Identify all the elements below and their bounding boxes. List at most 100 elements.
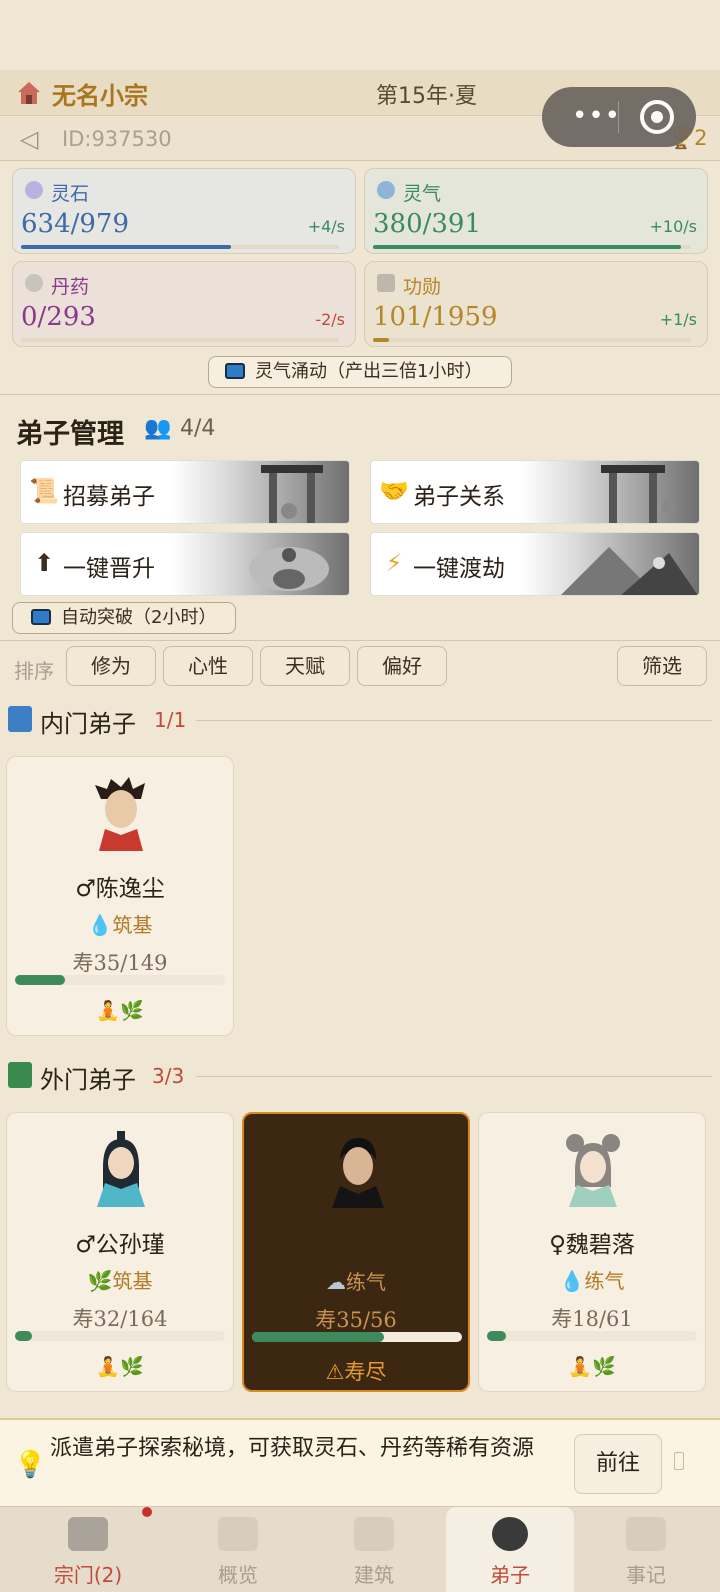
filter-button[interactable]: 筛选 — [617, 646, 707, 686]
disciple-relations-button[interactable]: 🤝 弟子关系 — [370, 460, 700, 524]
divider — [0, 640, 720, 641]
resource-card-gongxun[interactable]: 功勋 101/1959 +1/s — [364, 261, 708, 347]
lifespan-exhausted-warning: ⚠寿尽 — [325, 1360, 387, 1384]
outer-disciples-count: 3/3 — [152, 1064, 185, 1088]
disciple-card[interactable]: ♂陈逸尘 💧筑基 寿35/149 🧘🌿 — [6, 756, 234, 1036]
section-divider — [196, 720, 712, 721]
resource-progress-fill — [21, 245, 231, 249]
tv-ad-icon — [225, 363, 245, 379]
tab-records[interactable]: 事记 — [582, 1507, 710, 1592]
bottom-tab-bar: 宗门(2) 概览 建筑 弟子 事记 — [0, 1506, 720, 1592]
sort-preference-button[interactable]: 偏好 — [357, 646, 447, 686]
resource-card-lingqi[interactable]: 灵气 380/391 +10/s — [364, 168, 708, 254]
close-target-icon[interactable] — [640, 100, 674, 134]
meditating-ink-painting — [249, 547, 329, 591]
lifespan-progress-fill — [15, 975, 66, 985]
dismiss-icon[interactable] — [674, 1452, 684, 1470]
disciple-lifespan: 寿35/149 — [72, 951, 168, 975]
lightning-icon: ⚡ — [385, 549, 403, 577]
season-label: 第15年·夏 — [376, 84, 477, 109]
lifespan-progress-fill — [487, 1331, 506, 1341]
capsule-divider — [618, 101, 619, 133]
action-label: 一键晋升 — [63, 556, 155, 582]
resource-value: 101/1959 — [373, 302, 498, 332]
gate-ink-painting — [261, 465, 323, 523]
back-triangle-icon[interactable]: ◁ — [20, 125, 38, 153]
lifespan-progress — [252, 1332, 462, 1342]
tab-label: 建筑 — [354, 1563, 394, 1587]
disciple-card[interactable]: ♀魏碧落 💧练气 寿18/61 🧘🌿 — [478, 1112, 706, 1392]
lifespan-progress — [15, 975, 225, 985]
one-click-promote-button[interactable]: ⬆ 一键晋升 — [20, 532, 350, 596]
tools-icon — [354, 1517, 394, 1551]
water-drop-icon: 💧 — [559, 1269, 585, 1293]
resource-label: 丹药 — [51, 276, 90, 298]
swirl-icon — [377, 181, 395, 199]
tab-overview[interactable]: 概览 — [174, 1507, 302, 1592]
action-label: 招募弟子 — [63, 484, 155, 510]
people-icon: 👥 — [144, 416, 172, 441]
resource-progress — [21, 338, 339, 342]
lifespan-progress-fill — [15, 1331, 32, 1341]
green-book-icon — [8, 1062, 32, 1088]
tip-text: 派遣弟子探索秘境，可获取灵石、丹药等稀有资源 — [50, 1436, 535, 1461]
more-dots-icon[interactable]: ••• — [572, 101, 621, 131]
realm-label: 练气 — [584, 1269, 625, 1293]
recruit-disciple-button[interactable]: 📜 招募弟子 — [20, 460, 350, 524]
resource-card-lingshi[interactable]: 灵石 634/979 +4/s — [12, 168, 356, 254]
tab-label: 宗门(2) — [53, 1563, 123, 1587]
pill-icon — [25, 274, 43, 292]
auto-breakthrough-button[interactable]: 自动突破（2小时） — [12, 602, 236, 634]
tab-sect[interactable]: 宗门(2) — [24, 1507, 152, 1592]
mountain-ink-painting — [561, 547, 698, 595]
disciple-realm: 🌿筑基 — [7, 1265, 233, 1294]
one-click-tribulation-button[interactable]: ⚡ 一键渡劫 — [370, 532, 700, 596]
explore-tip-banner: 💡 派遣弟子探索秘境，可获取灵石、丹药等稀有资源 前往 — [0, 1418, 720, 1506]
qi-surge-button[interactable]: 灵气涌动（产出三倍1小时） — [208, 356, 512, 388]
gate-ink-painting — [601, 465, 676, 523]
disciple-lifespan: 寿35/56 — [315, 1308, 397, 1332]
resource-rate: -2/s — [315, 310, 345, 329]
disciple-avatar — [97, 1131, 145, 1207]
resource-label: 灵气 — [403, 183, 442, 205]
disciple-ink-icon — [492, 1517, 528, 1551]
sort-temperament-button[interactable]: 心性 — [163, 646, 253, 686]
resource-value: 380/391 — [373, 209, 482, 239]
lifespan-progress — [487, 1331, 697, 1341]
disciple-card[interactable]: ♂公孙瑾 🌿筑基 寿32/164 🧘🌿 — [6, 1112, 234, 1392]
realm-label: 筑基 — [112, 913, 153, 937]
scroll-map-icon — [218, 1517, 258, 1551]
sort-talent-button[interactable]: 天赋 — [260, 646, 350, 686]
resource-value: 634/979 — [21, 209, 130, 239]
sort-cultivation-button[interactable]: 修为 — [66, 646, 156, 686]
tab-buildings[interactable]: 建筑 — [310, 1507, 438, 1592]
disciple-realm: ☁练气 — [244, 1266, 468, 1295]
resource-card-danyao[interactable]: 丹药 0/293 -2/s — [12, 261, 356, 347]
disciple-lifespan: 寿18/61 — [551, 1307, 633, 1331]
disciple-card-selected[interactable]: ☁练气 寿35/56 ⚠寿尽 — [242, 1112, 470, 1392]
tab-disciples[interactable]: 弟子 — [446, 1507, 574, 1592]
pavilion-icon — [68, 1517, 108, 1551]
medal-icon — [377, 274, 395, 292]
resource-progress — [21, 245, 339, 249]
sect-id: ID:937530 — [62, 127, 172, 151]
house-icon — [18, 82, 40, 104]
resource-progress-fill — [373, 245, 682, 249]
realm-label: 筑基 — [112, 1269, 153, 1293]
disciple-status-icons: 🧘🌿 — [96, 1356, 144, 1378]
disciple-name: ♂公孙瑾 — [75, 1232, 165, 1258]
lightbulb-icon: 💡 — [14, 1450, 47, 1480]
cloud-icon: ☁ — [326, 1270, 346, 1294]
disciple-avatar — [566, 1134, 620, 1207]
sort-label: 排序 — [14, 659, 54, 683]
go-button[interactable]: 前往 — [574, 1434, 662, 1494]
resource-label: 灵石 — [51, 183, 90, 205]
sect-name[interactable]: 无名小宗 — [52, 76, 148, 111]
resource-progress — [373, 245, 691, 249]
action-label: 一键渡劫 — [413, 556, 505, 582]
resource-rate: +10/s — [649, 217, 698, 236]
resource-rate: +4/s — [307, 217, 345, 236]
disciple-status-icons: 🧘🌿 — [568, 1356, 616, 1378]
disciple-name: ♀魏碧落 — [549, 1232, 635, 1258]
qi-surge-label: 灵气涌动（产出三倍1小时） — [255, 361, 483, 382]
